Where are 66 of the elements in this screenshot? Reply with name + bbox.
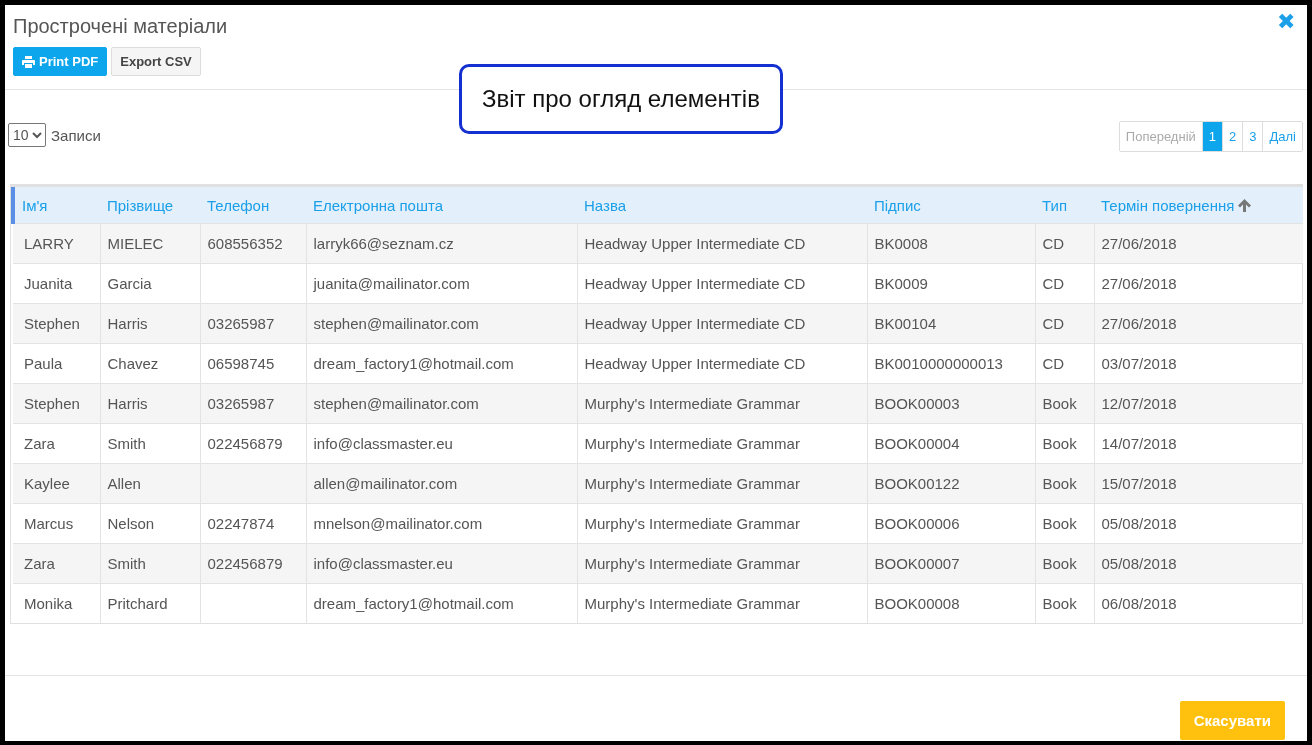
table-cell: BOOK00008	[867, 583, 1035, 623]
table-cell: Murphy's Intermediate Grammar	[577, 463, 867, 504]
dialog-title: Прострочені матеріали	[13, 15, 228, 38]
table-cell: stephen@mailinator.com	[306, 303, 577, 344]
table-cell: BK0008	[867, 223, 1035, 264]
table-cell: 608556352	[200, 223, 306, 264]
page-size-select[interactable]: 10	[8, 123, 46, 147]
print-pdf-button[interactable]: Print PDF	[13, 47, 108, 76]
table-cell: 05/08/2018	[1094, 543, 1303, 584]
table-cell: Headway Upper Intermediate CD	[577, 223, 867, 264]
table-cell: Pritchard	[100, 583, 200, 623]
table-cell: Murphy's Intermediate Grammar	[577, 583, 867, 623]
column-header[interactable]: Термін повернення	[1094, 187, 1303, 224]
table-cell: Headway Upper Intermediate CD	[577, 303, 867, 344]
table-cell: Murphy's Intermediate Grammar	[577, 543, 867, 584]
table-cell: Book	[1035, 543, 1094, 584]
cancel-button[interactable]: Скасувати	[1179, 701, 1285, 740]
table-cell: allen@mailinator.com	[306, 463, 577, 504]
table-cell: LARRY	[13, 223, 100, 264]
table-cell: Monika	[13, 583, 100, 623]
table-cell: Harris	[100, 303, 200, 344]
table-cell: CD	[1035, 223, 1094, 264]
column-header[interactable]: Прізвище	[100, 187, 200, 224]
export-csv-button[interactable]: Export CSV	[111, 47, 201, 76]
table-cell: CD	[1035, 303, 1094, 344]
table-cell: 15/07/2018	[1094, 463, 1303, 504]
column-header[interactable]: Телефон	[200, 187, 306, 224]
table-cell: Kaylee	[13, 463, 100, 504]
table-cell: 27/06/2018	[1094, 303, 1303, 344]
next-page-button[interactable]: Далі	[1262, 122, 1302, 151]
table-cell: 022456879	[200, 543, 306, 584]
table-cell: Murphy's Intermediate Grammar	[577, 383, 867, 424]
sort-arrow-up-icon	[1237, 197, 1253, 213]
column-header[interactable]: Назва	[577, 187, 867, 224]
table-cell: Allen	[100, 463, 200, 504]
column-header[interactable]: Ім'я	[13, 187, 100, 224]
table-cell: 12/07/2018	[1094, 383, 1303, 424]
table-cell: Book	[1035, 463, 1094, 504]
column-header[interactable]: Підпис	[867, 187, 1035, 224]
table-cell: BOOK00003	[867, 383, 1035, 424]
table-cell: BOOK00122	[867, 463, 1035, 504]
table-cell: Harris	[100, 383, 200, 424]
table-cell: 06/08/2018	[1094, 583, 1303, 623]
table-cell: info@classmaster.eu	[306, 543, 577, 584]
column-header[interactable]: Тип	[1035, 187, 1094, 224]
table-cell: Stephen	[13, 303, 100, 344]
table-cell: Book	[1035, 583, 1094, 623]
table-cell: 27/06/2018	[1094, 223, 1303, 264]
page-button[interactable]: 1	[1201, 122, 1222, 151]
table-cell: BOOK00007	[867, 543, 1035, 584]
table-cell: larryk66@seznam.cz	[306, 223, 577, 264]
table-cell: Book	[1035, 383, 1094, 424]
table-cell: 03265987	[200, 383, 306, 424]
column-header[interactable]: Електронна пошта	[306, 187, 577, 224]
table-cell: stephen@mailinator.com	[306, 383, 577, 424]
table-cell: Stephen	[13, 383, 100, 424]
table-cell: MIELEC	[100, 223, 200, 264]
printer-icon	[22, 55, 35, 68]
table-cell: Smith	[100, 543, 200, 584]
table-cell: Zara	[13, 543, 100, 584]
records-label: Записи	[51, 126, 101, 144]
close-button[interactable]: ✖	[1277, 11, 1295, 33]
table-cell: BK00104	[867, 303, 1035, 344]
table-cell: 03265987	[200, 303, 306, 344]
table-cell: dream_factory1@hotmail.com	[306, 583, 577, 623]
callout-label: Звіт про огляд елементів	[459, 64, 783, 134]
